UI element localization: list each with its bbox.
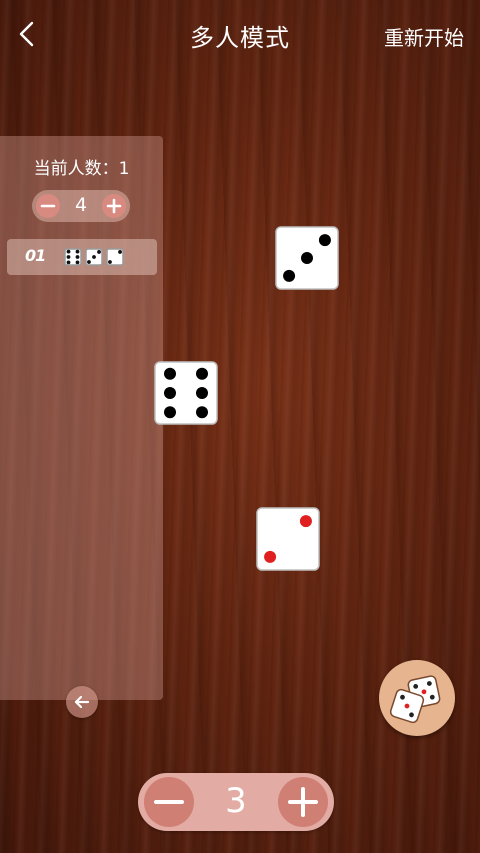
die-pip xyxy=(92,255,96,259)
die-pip xyxy=(164,387,176,399)
plus-icon xyxy=(288,787,318,817)
die-pip xyxy=(164,406,176,419)
die-face xyxy=(154,361,218,425)
die-face xyxy=(256,507,320,571)
die-pip xyxy=(87,260,91,264)
die-pip xyxy=(283,269,296,282)
die-pip xyxy=(196,406,208,419)
table-die xyxy=(275,226,339,290)
arrow-left-icon xyxy=(74,695,90,709)
die-pip xyxy=(66,249,71,254)
die-pip xyxy=(75,249,80,254)
players-panel: 当前人数：1 4 01 xyxy=(0,136,163,700)
dice-count-value: 3 xyxy=(225,781,247,821)
die-pip xyxy=(196,387,208,399)
die-pip xyxy=(97,250,101,254)
die-face xyxy=(106,248,124,266)
die-pip xyxy=(164,367,176,380)
die-pip xyxy=(318,234,331,247)
die-pip xyxy=(75,255,80,259)
table-die xyxy=(256,507,320,571)
collapse-panel-button[interactable] xyxy=(66,686,98,718)
table-die xyxy=(154,361,218,425)
history-row: 01 xyxy=(7,239,157,275)
player-count-stepper: 4 xyxy=(32,190,130,222)
restart-button[interactable]: 重新开始 xyxy=(384,22,464,51)
current-players-label: 当前人数：1 xyxy=(33,159,130,179)
die-face xyxy=(275,226,339,290)
player-plus-button[interactable] xyxy=(102,194,126,218)
die-pip xyxy=(196,367,208,380)
roll-dice-button[interactable] xyxy=(379,660,455,736)
dice-plus-button[interactable] xyxy=(278,777,328,827)
die-face xyxy=(64,248,82,266)
die-pip xyxy=(66,255,71,259)
die-face xyxy=(85,248,103,266)
die-pip xyxy=(301,252,313,264)
plus-icon xyxy=(106,198,122,214)
history-row-dice xyxy=(64,248,124,266)
die-pip xyxy=(108,260,112,264)
dice-icon xyxy=(389,675,441,724)
die-pip xyxy=(75,260,80,265)
top-bar: 多人模式 重新开始 xyxy=(0,0,480,70)
die-pip xyxy=(264,550,277,563)
dice-count-stepper: 3 xyxy=(138,773,334,831)
history-row-index: 01 xyxy=(25,246,46,265)
die-pip xyxy=(299,515,312,528)
minus-icon xyxy=(154,800,184,804)
die-pip xyxy=(66,260,71,265)
dice-minus-button[interactable] xyxy=(144,777,194,827)
die-pip xyxy=(118,250,122,254)
player-count-value: 4 xyxy=(74,194,88,216)
